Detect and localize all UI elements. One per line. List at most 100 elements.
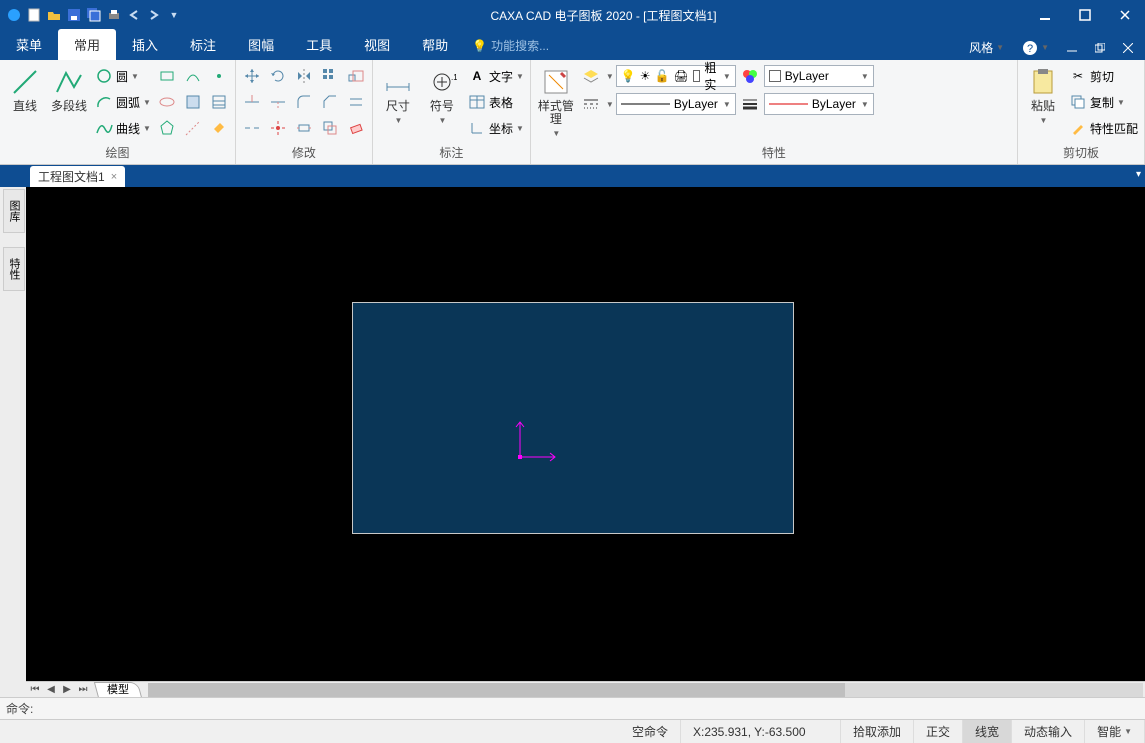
hscrollbar[interactable] <box>148 683 1143 697</box>
saveall-icon[interactable] <box>86 7 102 23</box>
polyline-button[interactable]: 多段线 <box>48 64 90 115</box>
layer-combo[interactable]: 💡 ☀ 🔓 🖨 粗实 ▼ <box>616 65 736 87</box>
tab-tools[interactable]: 工具 <box>290 29 348 60</box>
offset-icon[interactable] <box>344 90 368 114</box>
copy-icon[interactable] <box>318 116 342 140</box>
save-icon[interactable] <box>66 7 82 23</box>
linetype-manager-icon[interactable] <box>579 92 603 116</box>
properties-panel-button[interactable]: 特性 <box>3 247 25 291</box>
text-button[interactable]: A文字▼ <box>465 64 526 88</box>
rect-icon[interactable] <box>155 64 179 88</box>
paste-button[interactable]: 粘贴▼ <box>1022 64 1064 129</box>
copy-button[interactable]: 复制▼ <box>1066 90 1140 114</box>
ribbon-group-annotation: 尺寸▼ .1 符号▼ A文字▼ 表格 坐标▼ 标注 <box>373 60 531 164</box>
linetype-combo[interactable]: ByLayer ▼ <box>616 93 736 115</box>
mdi-minimize-icon[interactable] <box>1061 39 1083 57</box>
ellipse-icon[interactable] <box>155 90 179 114</box>
menu-tab[interactable]: 菜单 <box>0 29 58 60</box>
first-sheet-icon[interactable]: ⏮ <box>28 683 42 697</box>
status-lineweight[interactable]: 线宽 <box>963 720 1012 743</box>
construction-icon[interactable] <box>181 116 205 140</box>
curve-button[interactable]: 曲线▼ <box>92 116 153 140</box>
status-smart[interactable]: 智能▼ <box>1085 720 1145 743</box>
lineweight-manager-icon[interactable] <box>738 92 762 116</box>
quick-access-toolbar: ▼ <box>0 7 182 23</box>
close-doc-icon[interactable]: × <box>111 171 117 183</box>
tabstrip-menu-icon[interactable]: ▾ <box>1136 169 1141 180</box>
document-tabs: 工程图文档1 × ▾ <box>0 165 1145 187</box>
redo-icon[interactable] <box>146 7 162 23</box>
close-button[interactable] <box>1105 0 1145 30</box>
status-dyn-input[interactable]: 动态输入 <box>1012 720 1085 743</box>
function-search[interactable]: 💡 功能搜索... <box>464 31 557 60</box>
symbol-button[interactable]: .1 符号▼ <box>421 64 463 129</box>
mdi-close-icon[interactable] <box>1117 39 1139 57</box>
match-props-button[interactable]: 特性匹配 <box>1066 116 1140 140</box>
left-side-panels: 图库 特性 <box>0 187 26 697</box>
status-ortho[interactable]: 正交 <box>914 720 963 743</box>
ribbon-group-properties: 样式管理▼ ▼ 💡 ☀ 🔓 🖨 粗实 ▼ <box>531 60 1018 164</box>
circle-button[interactable]: 圆▼ <box>92 64 153 88</box>
cut-button[interactable]: ✂剪切 <box>1066 64 1140 88</box>
style-manager-button[interactable]: 样式管理▼ <box>535 64 577 142</box>
tab-view[interactable]: 视图 <box>348 29 406 60</box>
coords-button[interactable]: 坐标▼ <box>465 116 526 140</box>
rotate-icon[interactable] <box>266 64 290 88</box>
erase-icon[interactable] <box>344 116 368 140</box>
scale-icon[interactable] <box>344 64 368 88</box>
extend-icon[interactable] <box>266 90 290 114</box>
color-manager-icon[interactable] <box>738 64 762 88</box>
array-icon[interactable] <box>318 64 342 88</box>
polygon-icon[interactable] <box>155 116 179 140</box>
document-tab[interactable]: 工程图文档1 × <box>30 166 125 187</box>
explode-icon[interactable] <box>266 116 290 140</box>
next-sheet-icon[interactable]: ▶ <box>60 683 74 697</box>
tab-help[interactable]: 帮助 <box>406 29 464 60</box>
fillet-icon[interactable] <box>292 90 316 114</box>
window-title: CAXA CAD 电子图板 2020 - [工程图文档1] <box>182 7 1025 24</box>
model-tab[interactable]: 模型 <box>94 682 142 698</box>
mdi-restore-icon[interactable] <box>1089 39 1111 57</box>
break-icon[interactable] <box>240 116 264 140</box>
stretch-icon[interactable] <box>292 116 316 140</box>
layer-manager-icon[interactable] <box>579 64 603 88</box>
maximize-button[interactable] <box>1065 0 1105 30</box>
open-icon[interactable] <box>46 7 62 23</box>
command-line[interactable]: 命令: <box>0 697 1145 719</box>
library-panel-button[interactable]: 图库 <box>3 189 25 233</box>
block-icon[interactable] <box>181 90 205 114</box>
help-icon[interactable]: ?▼ <box>1016 36 1055 60</box>
style-dropdown[interactable]: 风格▼ <box>963 35 1010 60</box>
minimize-button[interactable] <box>1025 0 1065 30</box>
table-button[interactable]: 表格 <box>465 90 526 114</box>
status-bar: 空命令 X:235.931, Y:-63.500 拾取添加 正交 线宽 动态输入… <box>0 719 1145 743</box>
lightbulb-icon: 💡 <box>621 69 636 83</box>
drawing-canvas[interactable] <box>26 187 1145 681</box>
tab-annotate[interactable]: 标注 <box>174 29 232 60</box>
chamfer-icon[interactable] <box>318 90 342 114</box>
lightbulb-icon: 💡 <box>472 39 487 53</box>
undo-icon[interactable] <box>126 7 142 23</box>
point-icon[interactable] <box>207 64 231 88</box>
qat-dropdown-icon[interactable]: ▼ <box>166 7 182 23</box>
print-icon[interactable] <box>106 7 122 23</box>
fill-icon[interactable] <box>207 116 231 140</box>
hatch-icon[interactable] <box>207 90 231 114</box>
tab-sheet[interactable]: 图幅 <box>232 29 290 60</box>
line-button[interactable]: 直线 <box>4 64 46 115</box>
arc-button[interactable]: 圆弧▼ <box>92 90 153 114</box>
last-sheet-icon[interactable]: ⏭ <box>76 683 90 697</box>
spline-icon[interactable] <box>181 64 205 88</box>
lineweight-combo[interactable]: ByLayer ▼ <box>764 93 874 115</box>
tab-common[interactable]: 常用 <box>58 29 116 60</box>
prev-sheet-icon[interactable]: ◀ <box>44 683 58 697</box>
new-icon[interactable] <box>26 7 42 23</box>
color-combo[interactable]: ByLayer ▼ <box>764 65 874 87</box>
bottom-nav-bar: ⏮ ◀ ▶ ⏭ 模型 <box>26 681 1145 697</box>
move-icon[interactable] <box>240 64 264 88</box>
trim-icon[interactable] <box>240 90 264 114</box>
tab-insert[interactable]: 插入 <box>116 29 174 60</box>
mirror-icon[interactable] <box>292 64 316 88</box>
status-pick-mode[interactable]: 拾取添加 <box>841 720 914 743</box>
dimension-button[interactable]: 尺寸▼ <box>377 64 419 129</box>
